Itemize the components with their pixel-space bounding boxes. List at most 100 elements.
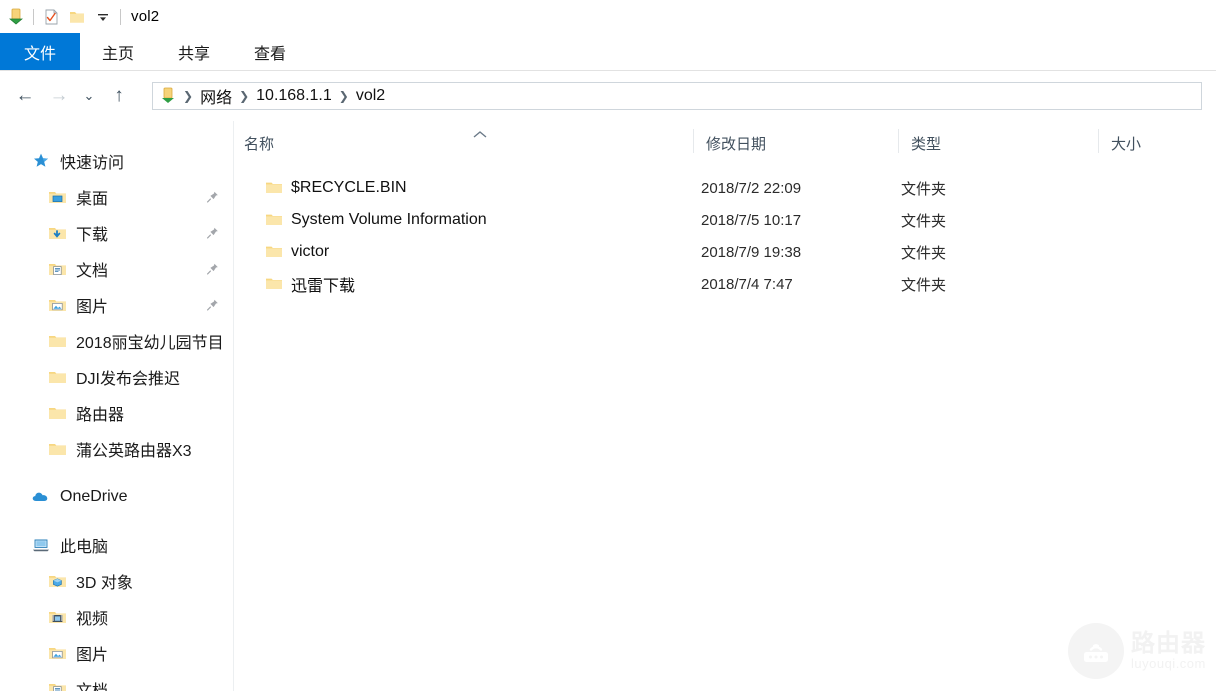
videos-folder-icon bbox=[46, 606, 68, 628]
file-date: 2018/7/9 19:38 bbox=[701, 243, 802, 261]
pin-icon[interactable] bbox=[206, 191, 219, 204]
desktop-folder-icon bbox=[46, 186, 68, 208]
file-name: victor bbox=[291, 243, 330, 260]
3d-objects-folder-icon bbox=[46, 570, 68, 592]
window-title: vol2 bbox=[131, 8, 160, 25]
documents-folder-icon bbox=[46, 678, 68, 691]
folder-icon bbox=[46, 402, 68, 424]
column-header-date[interactable]: 修改日期 bbox=[706, 133, 766, 154]
folder-icon bbox=[265, 211, 283, 229]
sidebar-item-folder-1[interactable]: 2018丽宝幼儿园节目 bbox=[0, 323, 233, 359]
sidebar-item-label: 路由器 bbox=[76, 407, 125, 424]
sidebar-item-label: 3D 对象 bbox=[76, 575, 133, 592]
cloud-icon bbox=[30, 486, 52, 508]
title-bar: vol2 bbox=[0, 0, 1216, 33]
file-name: $RECYCLE.BIN bbox=[291, 179, 407, 196]
pin-icon[interactable] bbox=[206, 227, 219, 240]
toolbar-separator bbox=[33, 8, 34, 25]
sidebar-item-label: 图片 bbox=[76, 647, 109, 664]
network-folder-icon bbox=[157, 85, 179, 107]
file-date: 2018/7/2 22:09 bbox=[701, 179, 802, 197]
table-row[interactable]: System Volume Information 2018/7/5 10:17… bbox=[234, 204, 1216, 236]
folder-icon bbox=[46, 330, 68, 352]
file-list: $RECYCLE.BIN 2018/7/2 22:09 文件夹 System V… bbox=[234, 161, 1216, 691]
sidebar-item-pictures[interactable]: 图片 bbox=[0, 287, 233, 323]
sidebar-item-folder-2[interactable]: DJI发布会推迟 bbox=[0, 359, 233, 395]
breadcrumb-item-vol2[interactable]: vol2 bbox=[351, 87, 390, 105]
pictures-folder-icon bbox=[46, 294, 68, 316]
sidebar-item-label: 下载 bbox=[76, 227, 109, 244]
tab-view[interactable]: 查看 bbox=[232, 33, 308, 71]
column-header-type[interactable]: 类型 bbox=[911, 133, 941, 154]
back-button[interactable]: ← bbox=[8, 79, 42, 113]
sidebar-item-documents-pc[interactable]: 文档 bbox=[0, 671, 233, 691]
sidebar-item-folder-4[interactable]: 蒲公英路由器X3 bbox=[0, 431, 233, 467]
navigation-pane: 快速访问 桌面 下载 文档 图片 2018丽宝幼儿园节目 DJI发布会推迟 路由… bbox=[0, 121, 233, 691]
sidebar-item-label: 文档 bbox=[76, 263, 109, 280]
sidebar-item-videos[interactable]: 视频 bbox=[0, 599, 233, 635]
customize-dropdown-icon[interactable] bbox=[90, 4, 116, 30]
sidebar-item-documents[interactable]: 文档 bbox=[0, 251, 233, 287]
folder-icon bbox=[265, 243, 283, 261]
sidebar-item-label: 视频 bbox=[76, 611, 109, 628]
forward-button[interactable]: → bbox=[42, 79, 76, 113]
sidebar-item-downloads[interactable]: 下载 bbox=[0, 215, 233, 251]
breadcrumb[interactable]: ❯ 网络 ❯ 10.168.1.1 ❯ vol2 bbox=[152, 82, 1202, 110]
table-row[interactable]: victor 2018/7/9 19:38 文件夹 bbox=[234, 236, 1216, 268]
column-divider-2[interactable] bbox=[898, 129, 899, 153]
sidebar-item-folder-3[interactable]: 路由器 bbox=[0, 395, 233, 431]
restore-down-icon[interactable] bbox=[3, 4, 29, 30]
column-header-bar: 名称 修改日期 类型 大小 bbox=[234, 121, 1216, 161]
toolbar-separator-2 bbox=[120, 8, 121, 25]
sidebar-item-label: 文档 bbox=[76, 677, 108, 691]
sidebar-item-label: DJI发布会推迟 bbox=[76, 371, 181, 388]
pictures-folder-icon bbox=[46, 642, 68, 664]
sidebar-section-label: 此电脑 bbox=[60, 539, 109, 556]
sidebar-item-pictures-pc[interactable]: 图片 bbox=[0, 635, 233, 671]
folder-icon bbox=[265, 275, 283, 293]
tab-file[interactable]: 文件 bbox=[0, 33, 80, 71]
sidebar-section-label: 快速访问 bbox=[60, 155, 125, 172]
properties-icon[interactable] bbox=[38, 4, 64, 30]
sidebar-section-label: OneDrive bbox=[60, 488, 128, 505]
sidebar-item-label: 桌面 bbox=[76, 191, 109, 208]
sidebar-item-label: 图片 bbox=[76, 299, 109, 316]
breadcrumb-separator-1: ❯ bbox=[239, 89, 250, 103]
pin-icon[interactable] bbox=[206, 263, 219, 276]
column-divider-1[interactable] bbox=[693, 129, 694, 153]
sort-ascending-icon bbox=[472, 126, 488, 138]
up-button[interactable]: ↑ bbox=[102, 79, 136, 113]
file-name: 迅雷下载 bbox=[291, 278, 356, 295]
documents-folder-icon bbox=[46, 258, 68, 280]
file-name: System Volume Information bbox=[291, 211, 487, 228]
tab-share[interactable]: 共享 bbox=[156, 33, 232, 71]
tab-home[interactable]: 主页 bbox=[80, 33, 156, 71]
folder-icon bbox=[46, 366, 68, 388]
column-header-size[interactable]: 大小 bbox=[1111, 133, 1141, 154]
sidebar-item-3d-objects[interactable]: 3D 对象 bbox=[0, 563, 233, 599]
sidebar-item-desktop[interactable]: 桌面 bbox=[0, 179, 233, 215]
file-type: 文件夹 bbox=[901, 244, 947, 262]
breadcrumb-separator-2: ❯ bbox=[338, 89, 349, 103]
new-folder-icon[interactable] bbox=[64, 4, 90, 30]
quick-access-toolbar: vol2 bbox=[0, 0, 159, 33]
sidebar-section-this-pc[interactable]: 此电脑 bbox=[0, 527, 233, 563]
downloads-folder-icon bbox=[46, 222, 68, 244]
computer-icon bbox=[30, 534, 52, 556]
breadcrumb-item-host[interactable]: 10.168.1.1 bbox=[251, 87, 337, 105]
file-date: 2018/7/5 10:17 bbox=[701, 211, 802, 229]
ribbon-tab-bar: 文件 主页 共享 查看 bbox=[0, 33, 1216, 71]
sidebar-section-onedrive[interactable]: OneDrive bbox=[0, 479, 233, 515]
sidebar-item-label: 2018丽宝幼儿园节目 bbox=[76, 335, 224, 352]
sidebar-item-label: 蒲公英路由器X3 bbox=[76, 443, 192, 460]
column-header-name[interactable]: 名称 bbox=[244, 133, 274, 154]
table-row[interactable]: $RECYCLE.BIN 2018/7/2 22:09 文件夹 bbox=[234, 172, 1216, 204]
table-row[interactable]: 迅雷下载 2018/7/4 7:47 文件夹 bbox=[234, 268, 1216, 300]
sidebar-section-quick-access[interactable]: 快速访问 bbox=[0, 143, 233, 179]
pin-icon[interactable] bbox=[206, 299, 219, 312]
recent-locations-button[interactable]: ⌄ bbox=[76, 79, 102, 113]
breadcrumb-item-network[interactable]: 网络 bbox=[195, 84, 237, 108]
file-date: 2018/7/4 7:47 bbox=[701, 275, 793, 293]
column-divider-3[interactable] bbox=[1098, 129, 1099, 153]
file-type: 文件夹 bbox=[901, 276, 947, 294]
